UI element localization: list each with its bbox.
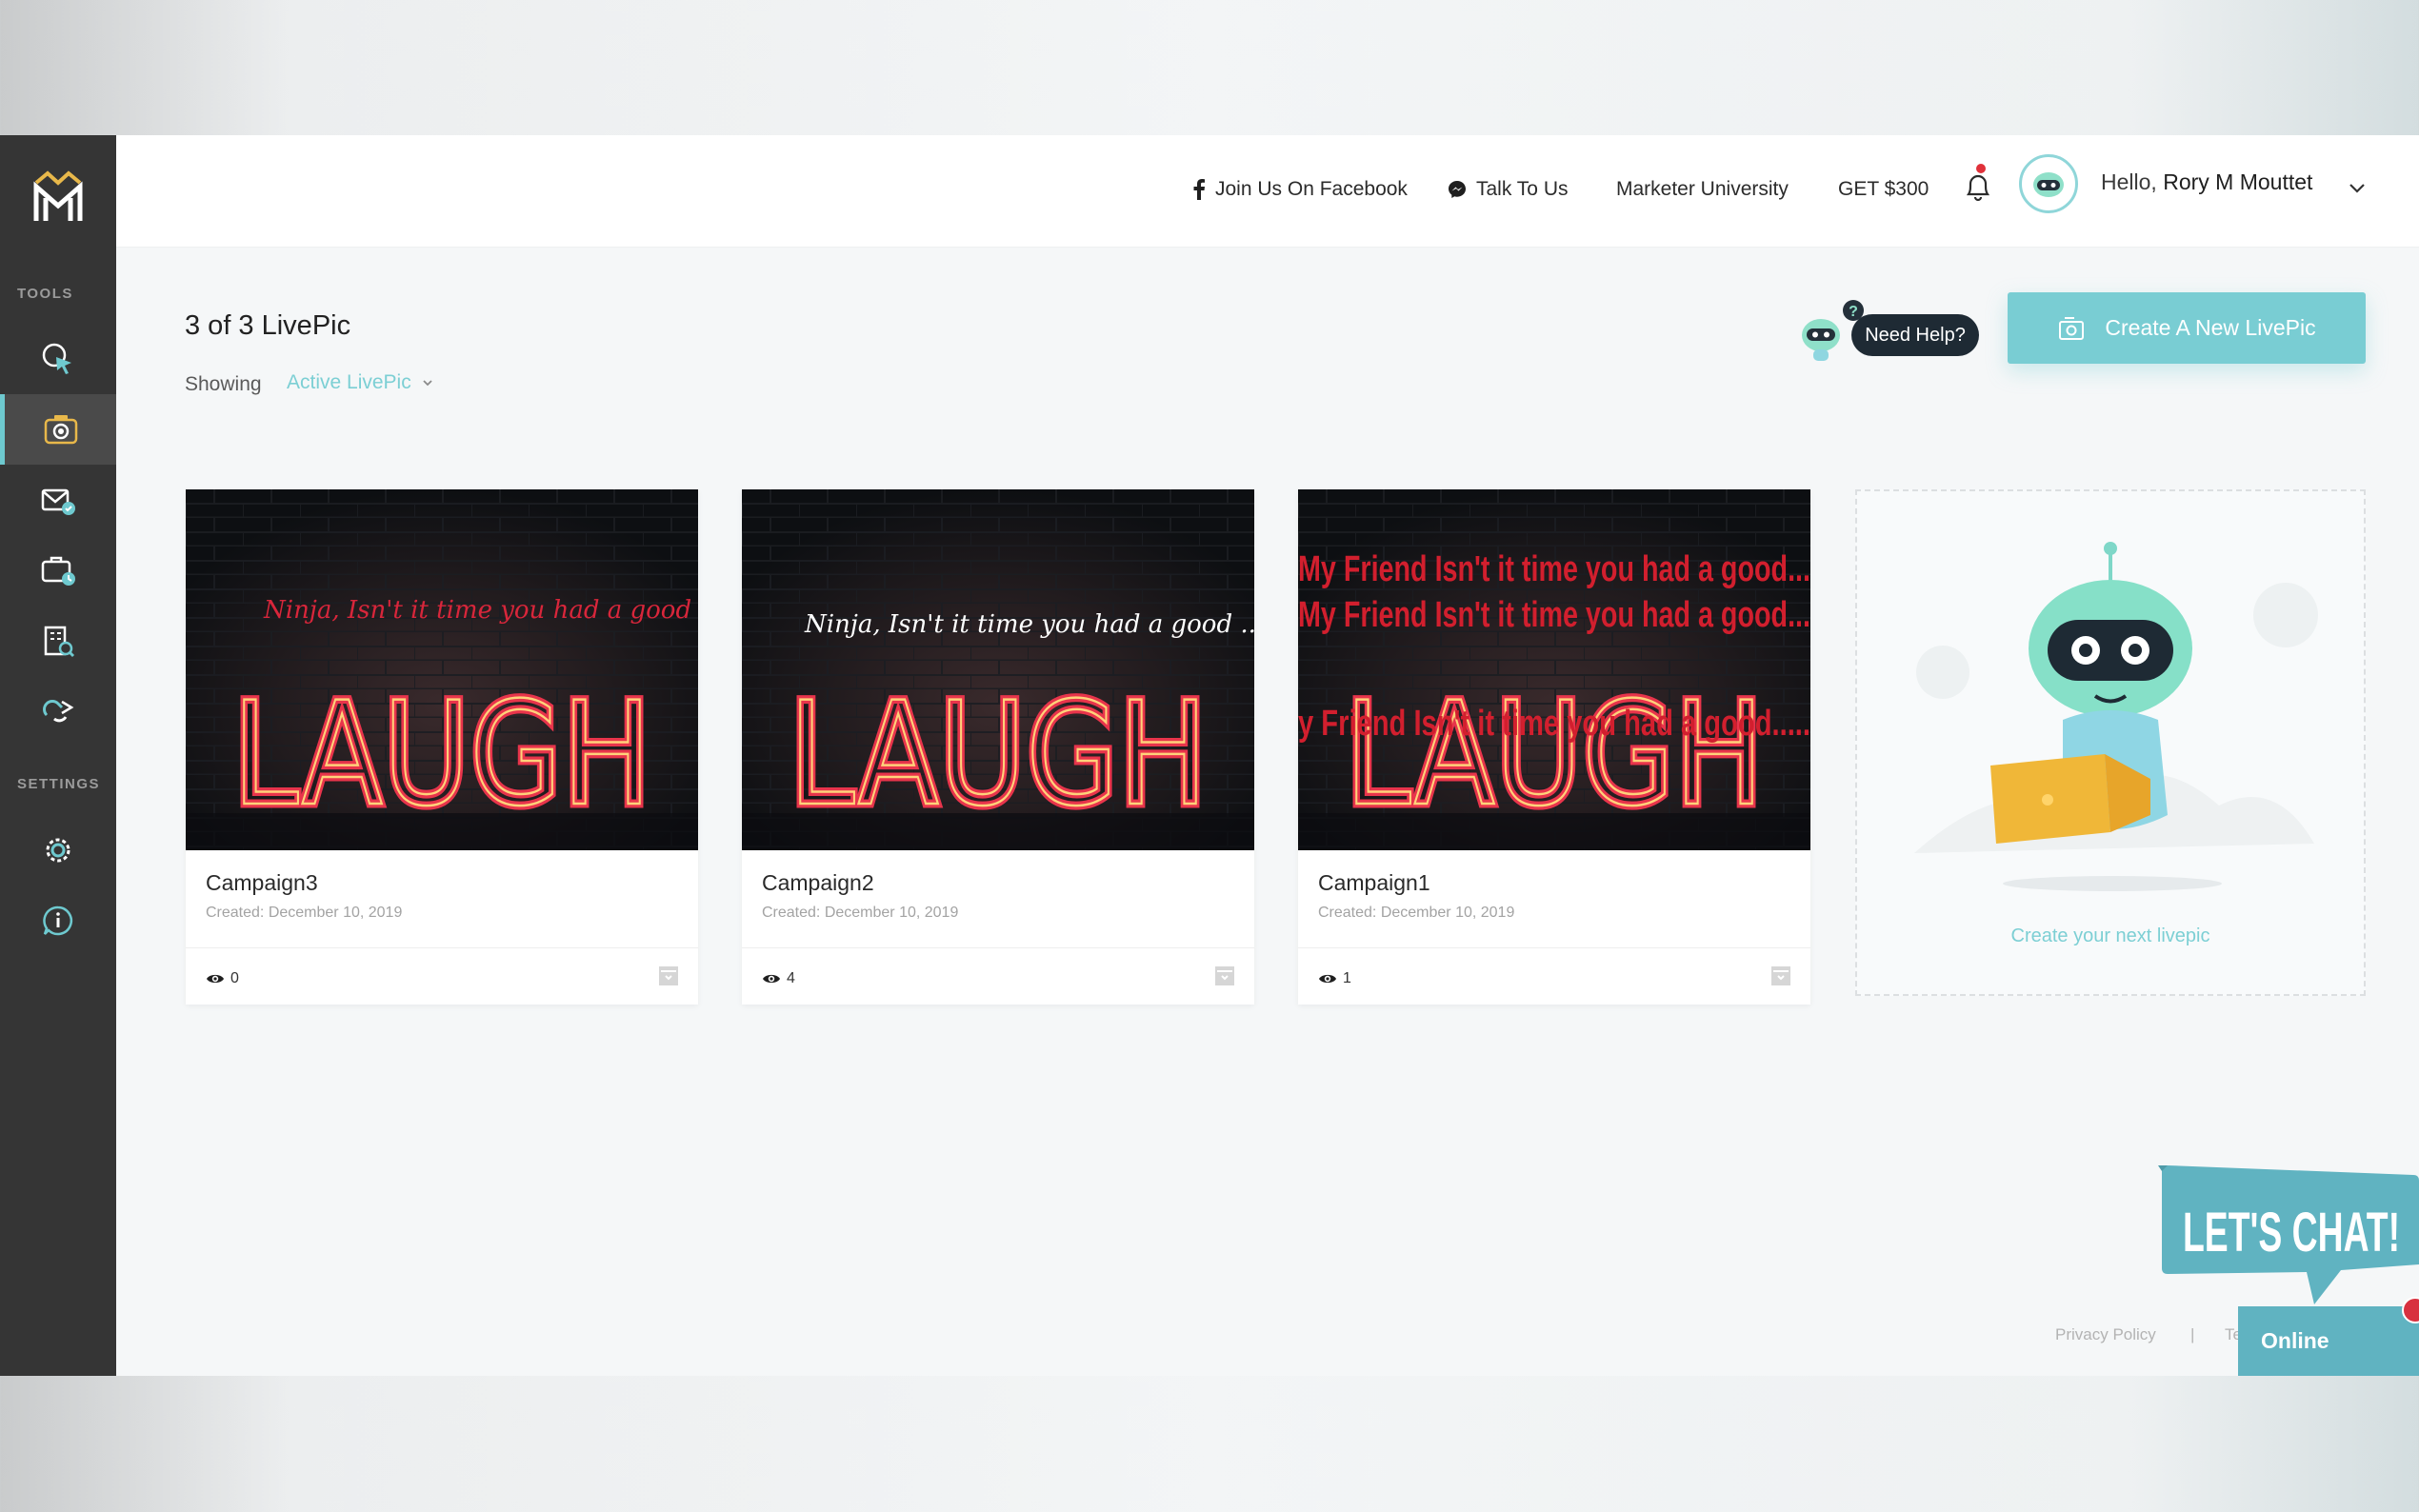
archive-icon[interactable] [1214,965,1235,986]
campaign-thumbnail[interactable]: Ninja, Isn't it time you had a good ....… [186,489,698,850]
tools-section-label: TOOLS [17,286,73,302]
brand-logo[interactable] [29,169,88,225]
archive-icon[interactable] [658,965,679,986]
get-300-label: GET $300 [1838,178,1929,200]
card-divider [186,947,698,948]
campaign-name[interactable]: Campaign2 [762,870,874,896]
filter-value: Active LivePic [287,371,411,393]
user-greeting[interactable]: Hello, Rory M Mouttet [2101,169,2312,195]
overlay-text: Ninja, Isn't it time you had a good ....… [804,610,1254,639]
lets-chat-text: LET'S CHAT! [2183,1202,2400,1263]
sidebar-item-livepic[interactable] [0,394,116,465]
footer-separator: | [2190,1325,2195,1343]
create-livepic-button[interactable]: Create A New LivePic [2008,292,2366,364]
info-icon [43,905,73,936]
facebook-icon [1193,179,1205,200]
livepic-filter-dropdown[interactable]: Active LivePic [287,371,434,394]
notification-badge [1976,164,1986,173]
talk-to-us-link[interactable]: Talk To Us [1448,173,1568,206]
building-search-icon [44,626,75,658]
greeting-text: Hello, [2101,169,2157,194]
cursor-click-icon [42,343,71,374]
image-plus-icon [2059,316,2085,340]
showing-label: Showing [185,373,262,395]
messenger-icon [1449,181,1466,198]
sidebar: TOOLS SETTINGS [0,135,116,1376]
view-count: 4 [762,970,795,987]
privacy-policy-link[interactable]: Privacy Policy [2055,1325,2156,1344]
overlay-text-line: My Friend Isn't it time you had a good..… [1298,549,1810,589]
app-window: TOOLS SETTINGS Join Us On Facebook Talk … [0,135,2419,1376]
view-count-value: 4 [787,970,795,986]
chat-online-button[interactable]: Online [2238,1306,2419,1376]
view-count-value: 0 [230,970,239,986]
eye-icon [763,974,780,984]
campaign-name[interactable]: Campaign3 [206,870,318,896]
marketer-university-label: Marketer University [1616,178,1789,200]
sidebar-item-schedule[interactable] [0,535,116,606]
archive-icon[interactable] [1770,965,1791,986]
sidebar-item-search-report[interactable] [0,606,116,676]
overlay-text: Ninja, Isn't it time you had a good ....… [263,596,698,625]
campaign-card[interactable]: LAUGH LAUGH My Friend Isn't it time you … [1298,489,1810,1005]
get-300-link[interactable]: GET $300 [1838,173,1929,206]
overlay-text-line: y Friend Isn't it time you had a good...… [1298,704,1810,744]
campaign-created-date: Created: December 10, 2019 [1318,905,1515,921]
page-title: 3 of 3 LivePic [185,310,351,341]
join-facebook-link[interactable]: Join Us On Facebook [1192,173,1408,206]
neon-sign-highlight: LAUGH [1345,672,1764,838]
campaign-card[interactable]: Ninja, Isn't it time you had a good ....… [742,489,1254,1005]
email-check-icon [41,488,75,515]
create-next-livepic-card[interactable]: Create your next livepic [1855,489,2366,996]
talk-to-us-label: Talk To Us [1476,178,1569,200]
view-count: 1 [1318,970,1351,987]
chat-status: Online [2261,1328,2329,1353]
campaign-created-date: Created: December 10, 2019 [206,905,403,921]
view-count: 0 [206,970,239,987]
overlay-text-line: My Friend Isn't it time you had a good..… [1298,595,1810,635]
card-divider [1298,947,1810,948]
need-help-label: Need Help? [1851,314,1979,356]
sidebar-item-click-tool[interactable] [0,324,116,394]
sidebar-item-settings[interactable] [0,815,116,885]
need-help-button[interactable]: ? Need Help? [1798,297,1979,366]
briefcase-clock-icon [41,556,75,586]
view-count-value: 1 [1343,970,1351,986]
sidebar-item-email[interactable] [0,465,116,535]
camera-icon [44,415,77,445]
avatar[interactable] [2019,154,2078,213]
eye-icon [1319,974,1336,984]
robot-laptop-illustration [1914,542,2318,891]
lets-chat-bubble[interactable]: LET'S CHAT! [2154,1162,2419,1306]
top-header: Join Us On Facebook Talk To Us Marketer … [116,135,2419,248]
sidebar-item-info[interactable] [0,885,116,956]
robot-avatar-icon [2033,172,2064,197]
chevron-down-icon[interactable] [2345,175,2369,200]
chevron-down-icon [423,380,432,387]
neon-sign-highlight: LAUGH [789,672,1208,838]
campaign-thumbnail[interactable]: LAUGH LAUGH My Friend Isn't it time you … [1298,489,1810,850]
sidebar-item-share[interactable] [0,676,116,746]
join-facebook-label: Join Us On Facebook [1215,178,1408,200]
svg-text:?: ? [1849,304,1858,320]
settings-section-label: SETTINGS [17,776,101,792]
neon-sign-highlight: LAUGH [232,672,651,838]
campaign-card[interactable]: Ninja, Isn't it time you had a good ....… [186,489,698,1005]
campaign-created-date: Created: December 10, 2019 [762,905,959,921]
create-livepic-label: Create A New LivePic [2105,315,2316,340]
campaign-name[interactable]: Campaign1 [1318,870,1430,896]
card-divider [742,947,1254,948]
gear-icon [46,838,70,863]
campaign-thumbnail[interactable]: Ninja, Isn't it time you had a good ....… [742,489,1254,850]
eye-icon [207,974,224,984]
share-link-icon [43,700,74,723]
marketer-university-link[interactable]: Marketer University [1616,173,1789,206]
create-next-livepic-label: Create your next livepic [2010,925,2210,946]
user-name: Rory M Mouttet [2163,169,2313,194]
